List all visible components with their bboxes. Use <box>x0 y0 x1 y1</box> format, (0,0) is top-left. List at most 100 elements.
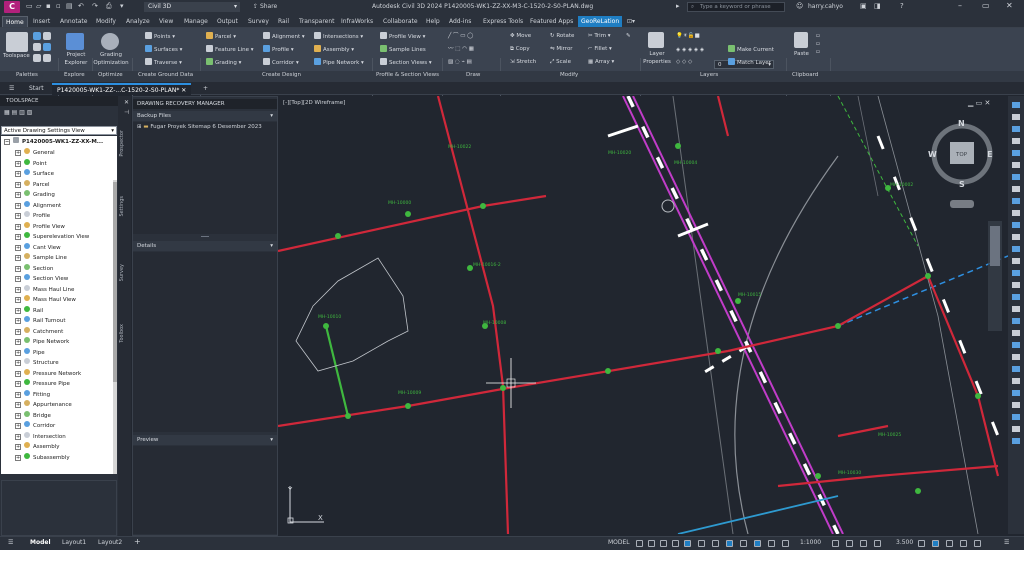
ribbon-toggle-icon[interactable]: ⊡▾ <box>624 16 638 27</box>
lineweight-icon[interactable] <box>754 540 761 547</box>
tree-item[interactable]: + Rail <box>15 305 43 316</box>
tool-icon[interactable] <box>1012 150 1020 156</box>
expand-icon[interactable]: + <box>15 412 21 419</box>
tab-annotate[interactable]: Annotate <box>57 16 90 27</box>
units-icon[interactable] <box>874 540 881 547</box>
line-tool[interactable]: ╱ ⌒ ▭ ◯ <box>448 32 473 40</box>
pencil-icon[interactable]: ✎ <box>626 32 631 40</box>
tree-item[interactable]: + Alignment <box>15 200 61 211</box>
object-snap-icon[interactable] <box>740 540 747 547</box>
app-menu-button[interactable]: C <box>4 1 20 13</box>
panel-modify[interactable]: Modify <box>560 72 578 78</box>
tree-item[interactable]: + Pipe Network <box>15 337 69 347</box>
alignment-button[interactable]: Alignment ▾ <box>263 32 305 41</box>
tree-item[interactable]: + Section View <box>15 274 68 284</box>
tool-icon[interactable] <box>1012 102 1020 108</box>
expand-icon[interactable]: + <box>15 339 21 345</box>
tree-item[interactable]: + Appurtenance <box>15 400 72 410</box>
new-icon[interactable]: ▭ <box>26 2 33 10</box>
expand-icon[interactable]: + <box>15 307 21 314</box>
tree-item[interactable]: + Fitting <box>15 389 50 400</box>
copy-button[interactable]: ⧉ Copy <box>510 45 530 53</box>
sample-lines-button[interactable]: Sample Lines <box>380 45 426 54</box>
hardware-acceleration-icon[interactable] <box>960 540 967 547</box>
tool-icon[interactable] <box>1012 126 1020 132</box>
palette-icon[interactable] <box>33 32 41 40</box>
workspace-switch-icon[interactable] <box>846 540 853 547</box>
tool-strip-icons[interactable] <box>1008 96 1024 534</box>
tool-icon[interactable] <box>1012 402 1020 408</box>
palette-icon[interactable] <box>43 32 51 40</box>
app-store-icon[interactable]: ◨ <box>874 2 881 10</box>
tab-modify[interactable]: Modify <box>93 16 119 27</box>
polar-icon[interactable] <box>698 540 705 547</box>
hatch-tool[interactable]: ▨ ◌ ⌁ ▤ <box>448 58 472 66</box>
rotate-button[interactable]: ↻ Rotate <box>550 32 574 40</box>
grid-icon[interactable] <box>636 540 643 547</box>
array-button[interactable]: ▦ Array ▾ <box>588 58 614 66</box>
toolspace-button[interactable]: Toolspace <box>3 52 30 60</box>
clean-screen-icon[interactable] <box>974 540 981 547</box>
tool-icon[interactable] <box>1012 306 1020 312</box>
tree-item[interactable]: + Pressure Pipe <box>15 379 70 389</box>
palette-icon[interactable] <box>33 54 41 62</box>
isolate-objects-icon[interactable] <box>946 540 953 547</box>
new-tab-button[interactable]: + <box>198 83 213 95</box>
wcs-menu[interactable] <box>950 200 974 208</box>
expand-icon[interactable]: + <box>15 433 21 440</box>
undo-icon[interactable]: ↶ <box>78 2 84 10</box>
side-tab-survey[interactable]: Survey <box>119 264 130 281</box>
section-views-button[interactable]: Section Views ▾ <box>380 58 432 67</box>
tool-icon[interactable] <box>1012 162 1020 168</box>
tool-icon[interactable] <box>1012 234 1020 240</box>
expand-icon[interactable]: + <box>15 423 21 429</box>
tree-item[interactable]: + Section <box>15 263 53 274</box>
corridor-button[interactable]: Corridor ▾ <box>263 58 299 67</box>
search-input[interactable]: Type a keyword or phrase ⌕ <box>687 2 785 12</box>
drawing-canvas[interactable]: MH-10000 MH-10022 MH-10016-2 MH-10008 MH… <box>277 95 1009 535</box>
ortho-icon[interactable] <box>684 540 691 547</box>
hamburger-icon[interactable]: ☰ <box>8 539 13 546</box>
palette-icon[interactable] <box>43 54 51 62</box>
tab-output[interactable]: Output <box>214 16 241 27</box>
toolspace-icon[interactable] <box>6 32 28 52</box>
fillet-button[interactable]: ⌐ Fillet ▾ <box>588 45 612 53</box>
grading-optimization-button[interactable]: Grading Optimization <box>93 51 129 67</box>
move-button[interactable]: ✥ Move <box>510 32 531 40</box>
side-tab-prospector[interactable]: Prospector <box>119 130 130 157</box>
compass-north[interactable]: N <box>958 119 965 128</box>
project-explorer-icon[interactable] <box>66 33 84 50</box>
tab-active-drawing[interactable]: P1420005-WK1-ZZ-...C-1520-2-S0-PLAN* ✕ <box>52 83 192 95</box>
tree-item[interactable]: + Bridge <box>15 410 51 421</box>
backup-folder-item[interactable]: ⊞ ▬ Fugar Proyek Sitemap 6 Desember 2023 <box>137 124 262 130</box>
tab-rail[interactable]: Rail <box>275 16 292 27</box>
tool-icon[interactable] <box>1012 258 1020 264</box>
tree-item[interactable]: + Rail Turnout <box>15 316 66 326</box>
viewport-label[interactable]: [-][Top][2D Wireframe] <box>283 100 345 106</box>
isodraft-icon[interactable] <box>712 540 719 547</box>
save-icon[interactable]: ▪ <box>46 2 51 10</box>
tab-home[interactable]: Home <box>2 16 28 27</box>
tree-item[interactable]: + Point <box>15 158 47 169</box>
panel-draw[interactable]: Draw <box>466 72 480 78</box>
tool-icon[interactable] <box>1012 198 1020 204</box>
expand-icon[interactable]: + <box>15 454 21 461</box>
dynamic-input-icon[interactable] <box>672 540 679 547</box>
expand-icon[interactable]: + <box>15 160 21 167</box>
tab-express-tools[interactable]: Express Tools <box>480 16 526 27</box>
transparency-icon[interactable] <box>768 540 775 547</box>
tool-icon[interactable] <box>1012 390 1020 396</box>
tool-icon[interactable] <box>1012 246 1020 252</box>
cart-icon[interactable]: ▣ <box>860 2 867 10</box>
tree-item[interactable]: + Corridor <box>15 421 55 431</box>
points-button[interactable]: Points ▾ <box>145 32 175 41</box>
expand-icon[interactable]: + <box>15 276 21 282</box>
elevation-value[interactable]: 3.500 <box>896 539 913 546</box>
side-tab-settings[interactable]: Settings <box>119 196 130 217</box>
workspace-selector[interactable]: Civil 3D ▾ <box>144 2 240 12</box>
close-icon[interactable]: ✕ <box>181 87 186 94</box>
print-icon[interactable]: ▤ <box>66 2 73 10</box>
project-explorer-button[interactable]: Project Explorer <box>62 51 90 67</box>
tool-icon[interactable] <box>1012 210 1020 216</box>
quick-properties-icon[interactable] <box>918 540 925 547</box>
